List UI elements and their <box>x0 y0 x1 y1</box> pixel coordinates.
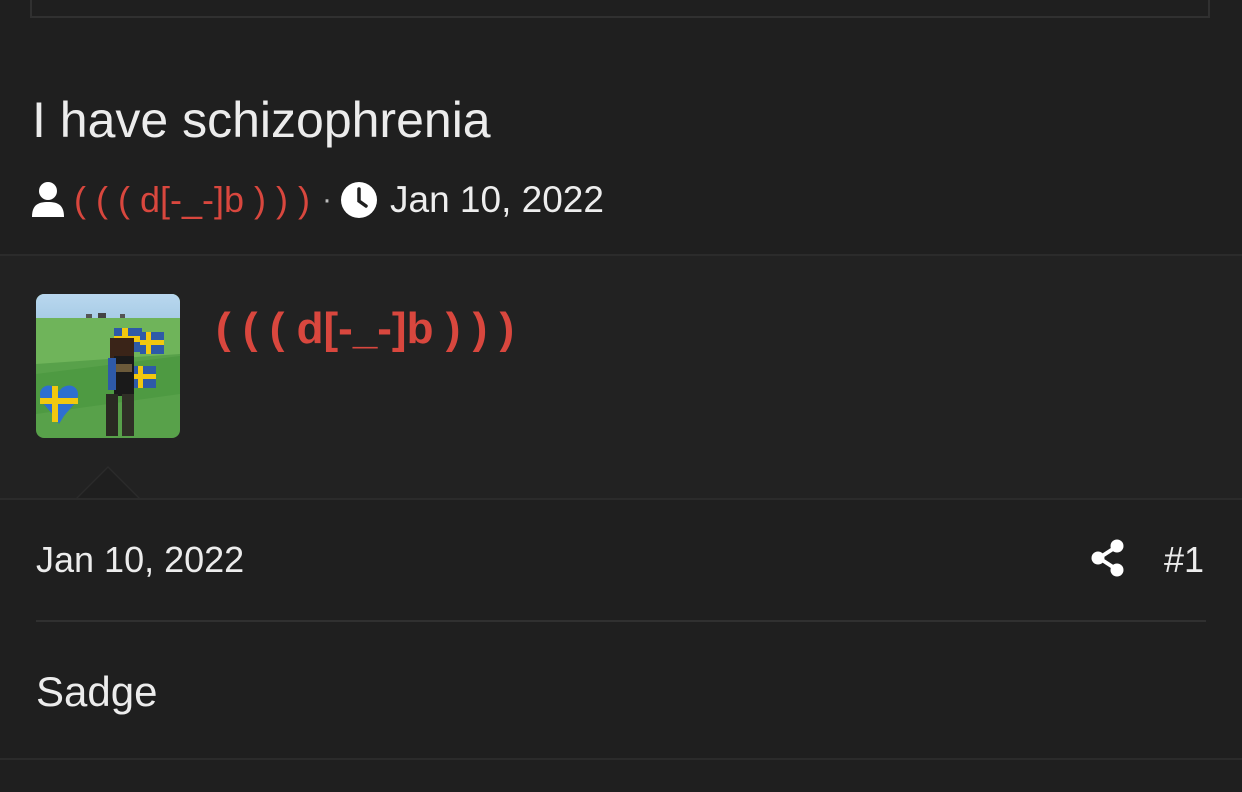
thread-date-link[interactable]: Jan 10, 2022 <box>390 179 604 221</box>
user-icon <box>30 181 66 219</box>
divider <box>0 758 1242 760</box>
share-icon <box>1090 539 1126 582</box>
thread-author-link[interactable]: ( ( ( d[-_-]b ) ) ) <box>74 179 310 221</box>
avatar[interactable] <box>36 294 180 438</box>
previous-block-frame <box>30 0 1210 18</box>
clock-icon <box>340 181 378 219</box>
thread-meta: ( ( ( d[-_-]b ) ) ) · Jan 10, 2022 <box>30 176 604 224</box>
divider <box>36 620 1206 622</box>
post-username[interactable]: ( ( ( d[-_-]b ) ) ) <box>216 302 514 356</box>
meta-separator: · <box>322 183 332 216</box>
post-number-link[interactable]: #1 <box>1164 538 1204 582</box>
post-date-link[interactable]: Jan 10, 2022 <box>36 538 244 582</box>
panel-arrow-inner <box>76 468 140 500</box>
divider <box>0 498 1242 500</box>
message-user-panel <box>0 256 1242 498</box>
post-body: Sadge <box>36 668 158 715</box>
thread-title: I have schizophrenia <box>32 92 491 148</box>
share-button[interactable] <box>1088 539 1128 582</box>
